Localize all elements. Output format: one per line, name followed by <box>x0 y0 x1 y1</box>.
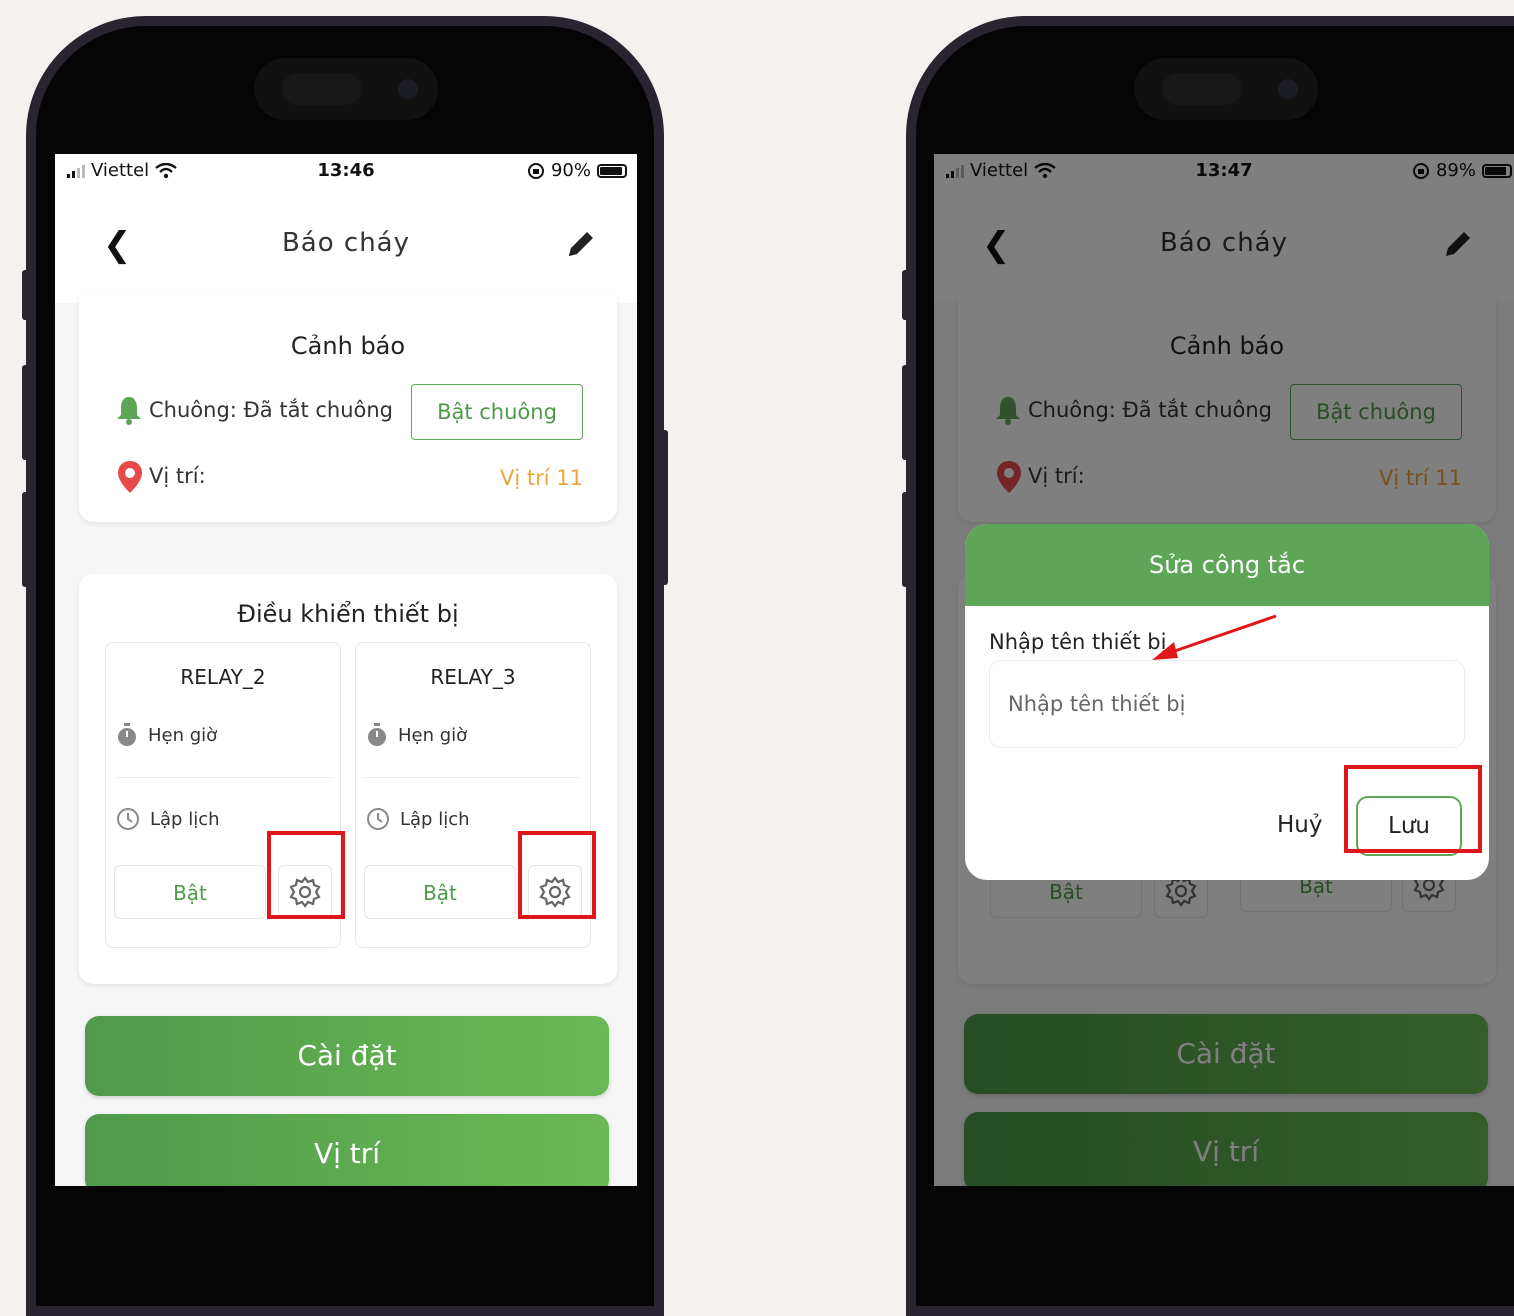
timer-row[interactable]: Hẹn giờ <box>366 723 467 747</box>
relay-name: RELAY_2 <box>180 665 266 689</box>
clock-icon <box>367 808 389 830</box>
location-pin-icon <box>118 461 142 493</box>
highlight-box <box>518 831 596 919</box>
phone1-dynamic-island <box>254 58 438 120</box>
alert-card: Cảnh báo Chuông: Đã tắt chuông Bật chuôn… <box>79 294 617 522</box>
relay-on-button[interactable]: Bật <box>364 865 516 919</box>
bell-icon <box>117 397 141 425</box>
bell-status-label: Chuông: Đã tắt chuông <box>149 398 394 422</box>
stopwatch-icon <box>368 723 386 746</box>
highlight-box <box>1344 765 1482 853</box>
timer-row[interactable]: Hẹn giờ <box>116 723 217 747</box>
orientation-lock-icon <box>527 162 544 179</box>
highlight-box <box>267 831 345 919</box>
dialog-title: Sửa công tắc <box>965 524 1489 606</box>
location-value: Vị trí 11 <box>500 466 583 490</box>
phone1-frame: Viettel 13:46 90% ❮ Báo cháy Cảnh báo Ch… <box>26 16 664 1316</box>
edit-pencil-icon[interactable] <box>563 226 599 262</box>
alert-card-title: Cảnh báo <box>290 332 406 360</box>
battery-percent: 90% <box>550 160 591 181</box>
annotation-arrow-icon <box>1152 614 1277 660</box>
settings-button[interactable]: Cài đặt <box>85 1016 609 1096</box>
page-title: Báo cháy <box>281 228 411 258</box>
device-control-card: Điều khiển thiết bị RELAY_2 Hẹn giờ Lập … <box>79 574 617 984</box>
turn-on-bell-button[interactable]: Bật chuông <box>411 384 583 440</box>
status-bar: Viettel 13:46 90% <box>55 154 637 188</box>
camera-icon <box>398 79 418 99</box>
phone2-screen: Viettel 13:47 89% ❮ Báo cháy Cảnh báo Ch… <box>934 154 1514 1186</box>
phone2-dynamic-island <box>1134 58 1318 120</box>
device-name-input[interactable] <box>989 660 1465 748</box>
relay-name: RELAY_3 <box>430 665 516 689</box>
camera-icon <box>1278 79 1298 99</box>
cancel-button[interactable]: Huỷ <box>1277 812 1322 838</box>
timer-label: Hẹn giờ <box>148 724 218 746</box>
schedule-label: Lập lịch <box>150 808 220 830</box>
battery-icon <box>597 163 627 178</box>
phone1-screen: Viettel 13:46 90% ❮ Báo cháy Cảnh báo Ch… <box>55 154 637 1186</box>
location-label: Vị trí: <box>149 464 206 488</box>
schedule-label: Lập lịch <box>400 808 470 830</box>
relay-on-button[interactable]: Bật <box>114 865 266 919</box>
timer-label: Hẹn giờ <box>398 724 468 746</box>
device-control-title: Điều khiển thiết bị <box>237 600 459 628</box>
schedule-row[interactable]: Lập lịch <box>116 807 220 831</box>
clock-icon <box>117 808 139 830</box>
location-button[interactable]: Vị trí <box>85 1114 609 1186</box>
app-header: ❮ Báo cháy <box>55 188 637 303</box>
stopwatch-icon <box>118 723 136 746</box>
schedule-row[interactable]: Lập lịch <box>366 807 470 831</box>
